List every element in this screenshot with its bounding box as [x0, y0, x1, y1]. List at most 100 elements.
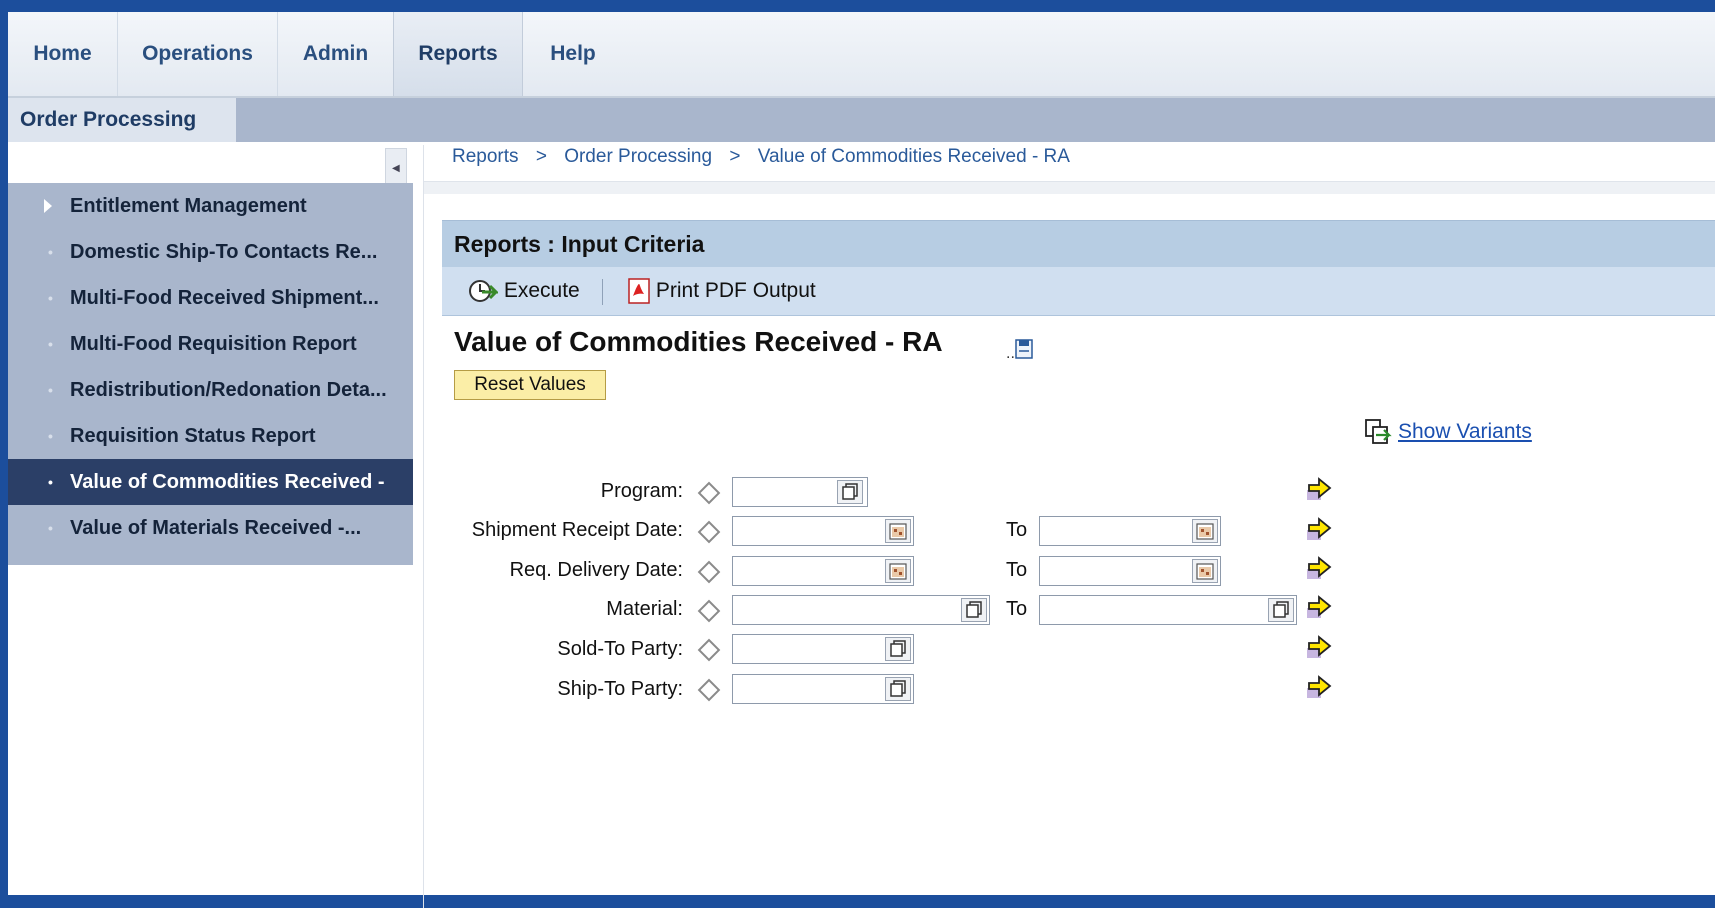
print-pdf-label: Print PDF Output — [655, 279, 816, 302]
tab-help[interactable]: Help — [523, 12, 623, 96]
leftnav-item-multi-food-requisition[interactable]: • Multi-Food Requisition Report — [8, 321, 413, 367]
req-delivery-date-from-field[interactable] — [732, 556, 914, 586]
bullet-icon: • — [48, 428, 53, 444]
material-to-label: To — [1006, 598, 1028, 620]
leftnav-item-label: Domestic Ship-To Contacts Re... — [70, 241, 378, 263]
program-field[interactable] — [732, 477, 868, 507]
material-multiple-selection-icon[interactable] — [1305, 594, 1333, 620]
execute-label: Execute — [503, 279, 580, 302]
execute-icon — [469, 280, 500, 303]
variants-icon[interactable] — [1364, 418, 1394, 446]
tab-operations[interactable]: Operations — [118, 12, 278, 96]
value-help-icon — [1273, 601, 1289, 618]
material-from-field[interactable] — [732, 595, 990, 625]
breadcrumb-order-processing[interactable]: Order Processing — [564, 146, 712, 167]
bullet-icon: • — [48, 382, 53, 398]
calendar-icon — [1196, 563, 1214, 580]
breadcrumb-current-page[interactable]: Value of Commodities Received - RA — [758, 146, 1070, 167]
breadcrumb-underline — [424, 181, 1715, 194]
shipment-receipt-date-multiple-selection-icon[interactable] — [1305, 516, 1333, 542]
bullet-icon: • — [48, 336, 53, 352]
toolbar-separator — [602, 279, 603, 305]
sold-to-party-multiple-selection-icon[interactable] — [1305, 634, 1333, 660]
value-help-icon — [890, 640, 906, 657]
leftnav-item-entitlement-management[interactable]: Entitlement Management — [8, 183, 413, 229]
value-help-icon — [842, 483, 858, 500]
leftnav-item-label: Value of Commodities Received - — [70, 471, 385, 493]
leftnav-item-label: Redistribution/Redonation Deta... — [70, 379, 387, 401]
program-value-help-button[interactable] — [837, 480, 863, 504]
sold-to-party-value-help-button[interactable] — [885, 637, 911, 661]
sub-navigation: Order Processing — [8, 98, 1715, 142]
bullet-icon: • — [48, 290, 53, 306]
execute-button[interactable]: Execute — [468, 267, 580, 315]
breadcrumb-separator: > — [729, 146, 741, 167]
svg-text:..: .. — [1006, 345, 1015, 362]
breadcrumb: Reports > Order Processing > Value of Co… — [452, 146, 1070, 168]
collapse-sidebar-button[interactable]: ◀ — [385, 148, 407, 184]
leftnav-item-label: Multi-Food Requisition Report — [70, 333, 357, 355]
tab-admin[interactable]: Admin — [278, 12, 393, 96]
leftnav-item-label: Multi-Food Received Shipment... — [70, 287, 379, 309]
shipment-receipt-date-from-calendar-button[interactable] — [885, 519, 911, 543]
shipment-receipt-date-to-calendar-button[interactable] — [1192, 519, 1218, 543]
leftnav-item-redistribution[interactable]: • Redistribution/Redonation Deta... — [8, 367, 413, 413]
leftnav-item-requisition-status[interactable]: • Requisition Status Report — [8, 413, 413, 459]
breadcrumb-separator: > — [535, 146, 547, 167]
material-label: Material: — [606, 598, 683, 620]
ship-to-party-value-help-button[interactable] — [885, 677, 911, 701]
left-navigation: Entitlement Management • Domestic Ship-T… — [8, 183, 413, 565]
ship-to-party-field[interactable] — [732, 674, 914, 704]
ship-to-party-multiple-selection-icon[interactable] — [1305, 674, 1333, 700]
shipment-receipt-date-from-field[interactable] — [732, 516, 914, 546]
material-to-value-help-button[interactable] — [1268, 598, 1294, 622]
bullet-icon: • — [48, 520, 53, 536]
program-label: Program: — [600, 480, 683, 502]
page-title: Value of Commodities Received - RA — [454, 326, 943, 357]
calendar-icon — [889, 563, 907, 580]
bullet-icon: • — [48, 474, 53, 490]
bullet-icon: • — [48, 244, 53, 260]
reset-values-button[interactable]: Reset Values — [454, 370, 606, 400]
tab-home[interactable]: Home — [8, 12, 118, 96]
leftnav-item-label: Entitlement Management — [70, 195, 307, 217]
sold-to-party-label: Sold-To Party: — [557, 638, 683, 660]
expand-icon — [44, 199, 52, 213]
shipment-receipt-date-to-label: To — [1006, 519, 1028, 541]
req-delivery-date-to-label: To — [1006, 559, 1028, 581]
panel-header: Reports : Input Criteria — [442, 220, 1715, 267]
calendar-icon — [1196, 523, 1214, 540]
toolbar: Execute Print PDF Output — [442, 267, 1715, 316]
leftnav-item-domestic-ship-to[interactable]: • Domestic Ship-To Contacts Re... — [8, 229, 413, 275]
tab-reports[interactable]: Reports — [393, 12, 523, 96]
program-multiple-selection-icon[interactable] — [1305, 476, 1333, 502]
collapse-arrow-icon: ◀ — [392, 163, 400, 174]
leftnav-item-value-of-commodities[interactable]: • Value of Commodities Received - — [8, 459, 413, 505]
material-to-field[interactable] — [1039, 595, 1297, 625]
material-from-value-help-button[interactable] — [961, 598, 987, 622]
shipment-receipt-date-label: Shipment Receipt Date: — [471, 519, 683, 541]
leftnav-item-label: Requisition Status Report — [70, 425, 316, 447]
req-delivery-date-label: Req. Delivery Date: — [509, 559, 683, 581]
sold-to-party-field[interactable] — [732, 634, 914, 664]
req-delivery-date-from-calendar-button[interactable] — [885, 559, 911, 583]
show-variants-link[interactable]: Show Variants — [1398, 420, 1532, 444]
value-help-icon — [966, 601, 982, 618]
shipment-receipt-date-to-field[interactable] — [1039, 516, 1221, 546]
pdf-icon — [628, 278, 650, 305]
leftnav-item-value-of-materials[interactable]: • Value of Materials Received -... — [8, 505, 413, 551]
calendar-icon — [889, 523, 907, 540]
req-delivery-date-to-calendar-button[interactable] — [1192, 559, 1218, 583]
req-delivery-date-multiple-selection-icon[interactable] — [1305, 555, 1333, 581]
print-pdf-button[interactable]: Print PDF Output — [628, 267, 816, 315]
breadcrumb-reports[interactable]: Reports — [452, 146, 519, 167]
ship-to-party-label: Ship-To Party: — [557, 678, 683, 700]
panel-header-title: Reports : Input Criteria — [454, 231, 705, 257]
leftnav-item-label: Value of Materials Received -... — [70, 517, 362, 539]
value-help-icon — [890, 680, 906, 697]
subtab-order-processing[interactable]: Order Processing — [8, 98, 236, 142]
leftnav-item-multi-food-received[interactable]: • Multi-Food Received Shipment... — [8, 275, 413, 321]
req-delivery-date-to-field[interactable] — [1039, 556, 1221, 586]
save-variant-icon[interactable]: .. — [1006, 336, 1034, 362]
top-navigation: Home Operations Admin Reports Help — [8, 12, 1715, 98]
